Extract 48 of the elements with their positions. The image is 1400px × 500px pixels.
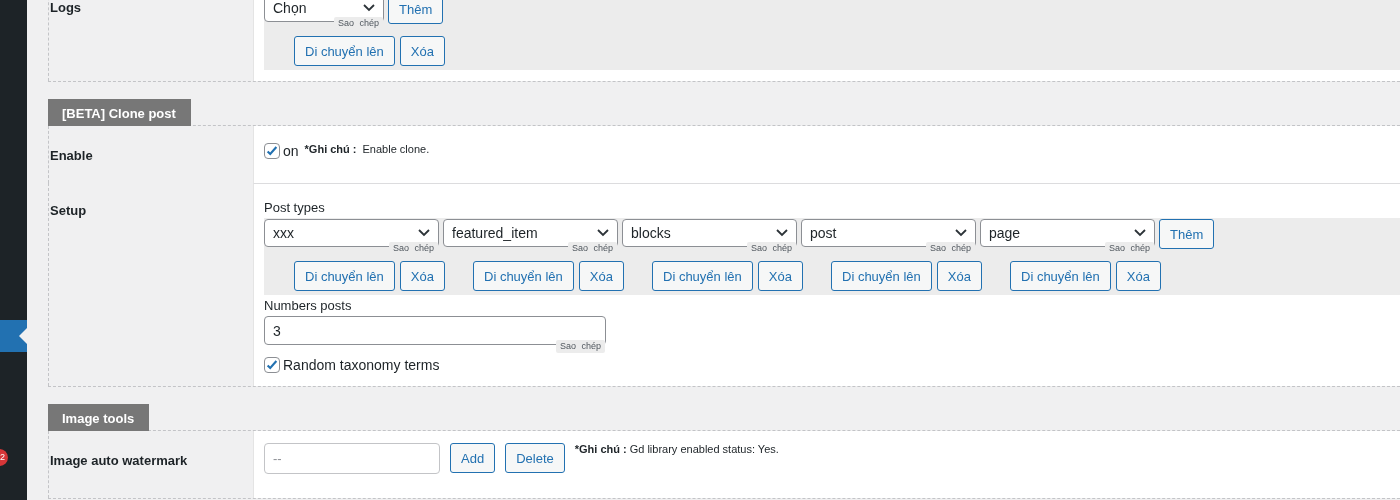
note-label: *Ghi chú :	[304, 143, 357, 155]
copy-tag[interactable]: Sao chép	[388, 242, 438, 255]
checkbox-label: on	[283, 143, 299, 159]
row-label: Image auto watermark	[50, 453, 188, 468]
checkbox-label: Random taxonomy terms	[283, 357, 440, 373]
add-row-button[interactable]: Thêm	[1159, 219, 1215, 249]
remove-row-button[interactable]: Xóa	[399, 261, 445, 291]
row-label: Setup	[50, 203, 87, 218]
move-up-button[interactable]: Di chuyển lên	[1010, 261, 1111, 291]
add-row-button[interactable]: Thêm	[388, 0, 444, 24]
image-field[interactable]: --	[264, 443, 440, 474]
move-up-button[interactable]: Di chuyển lên	[294, 36, 395, 66]
move-up-button[interactable]: Di chuyển lên	[473, 261, 574, 291]
copy-tag[interactable]: Sao chép	[1104, 242, 1154, 255]
chevron-down-icon	[363, 4, 375, 12]
action-button[interactable]: Add	[450, 443, 496, 473]
checkbox[interactable]	[264, 143, 280, 159]
count-badge: 2	[0, 449, 8, 466]
note-text: Gd library enabled status: Yes.	[629, 443, 779, 455]
section-title: [BETA] Clone post	[48, 99, 191, 126]
copy-tag[interactable]: Sao chép	[925, 242, 975, 255]
field-caption: Numbers posts	[264, 298, 353, 314]
row-label: Logs	[50, 0, 82, 15]
checkbox[interactable]	[264, 357, 280, 373]
action-button[interactable]: Delete	[505, 443, 565, 473]
field-caption: Post types	[264, 200, 326, 216]
chevron-down-icon	[418, 229, 430, 237]
copy-tag[interactable]: Sao chép	[555, 340, 605, 353]
chevron-down-icon	[597, 229, 609, 237]
section-title: Image tools	[48, 404, 150, 431]
note-text: Enable clone.	[362, 143, 430, 155]
move-up-button[interactable]: Di chuyển lên	[831, 261, 932, 291]
move-up-button[interactable]: Di chuyển lên	[652, 261, 753, 291]
chevron-down-icon	[955, 229, 967, 237]
copy-tag[interactable]: Sao chép	[567, 242, 617, 255]
chevron-down-icon	[776, 229, 788, 237]
remove-row-button[interactable]: Xóa	[936, 261, 982, 291]
move-up-button[interactable]: Di chuyển lên	[294, 261, 395, 291]
remove-row-button[interactable]: Xóa	[1115, 261, 1161, 291]
remove-row-button[interactable]: Xóa	[399, 36, 445, 66]
note-label: *Ghi chú :	[574, 443, 627, 455]
active-menu-item[interactable]	[0, 320, 27, 352]
row-label: Enable	[50, 148, 93, 163]
chevron-down-icon	[1134, 229, 1146, 237]
copy-tag[interactable]: Sao chép	[746, 242, 796, 255]
copy-tag[interactable]: Sao chép	[333, 17, 383, 30]
remove-row-button[interactable]: Xóa	[757, 261, 803, 291]
remove-row-button[interactable]: Xóa	[578, 261, 624, 291]
